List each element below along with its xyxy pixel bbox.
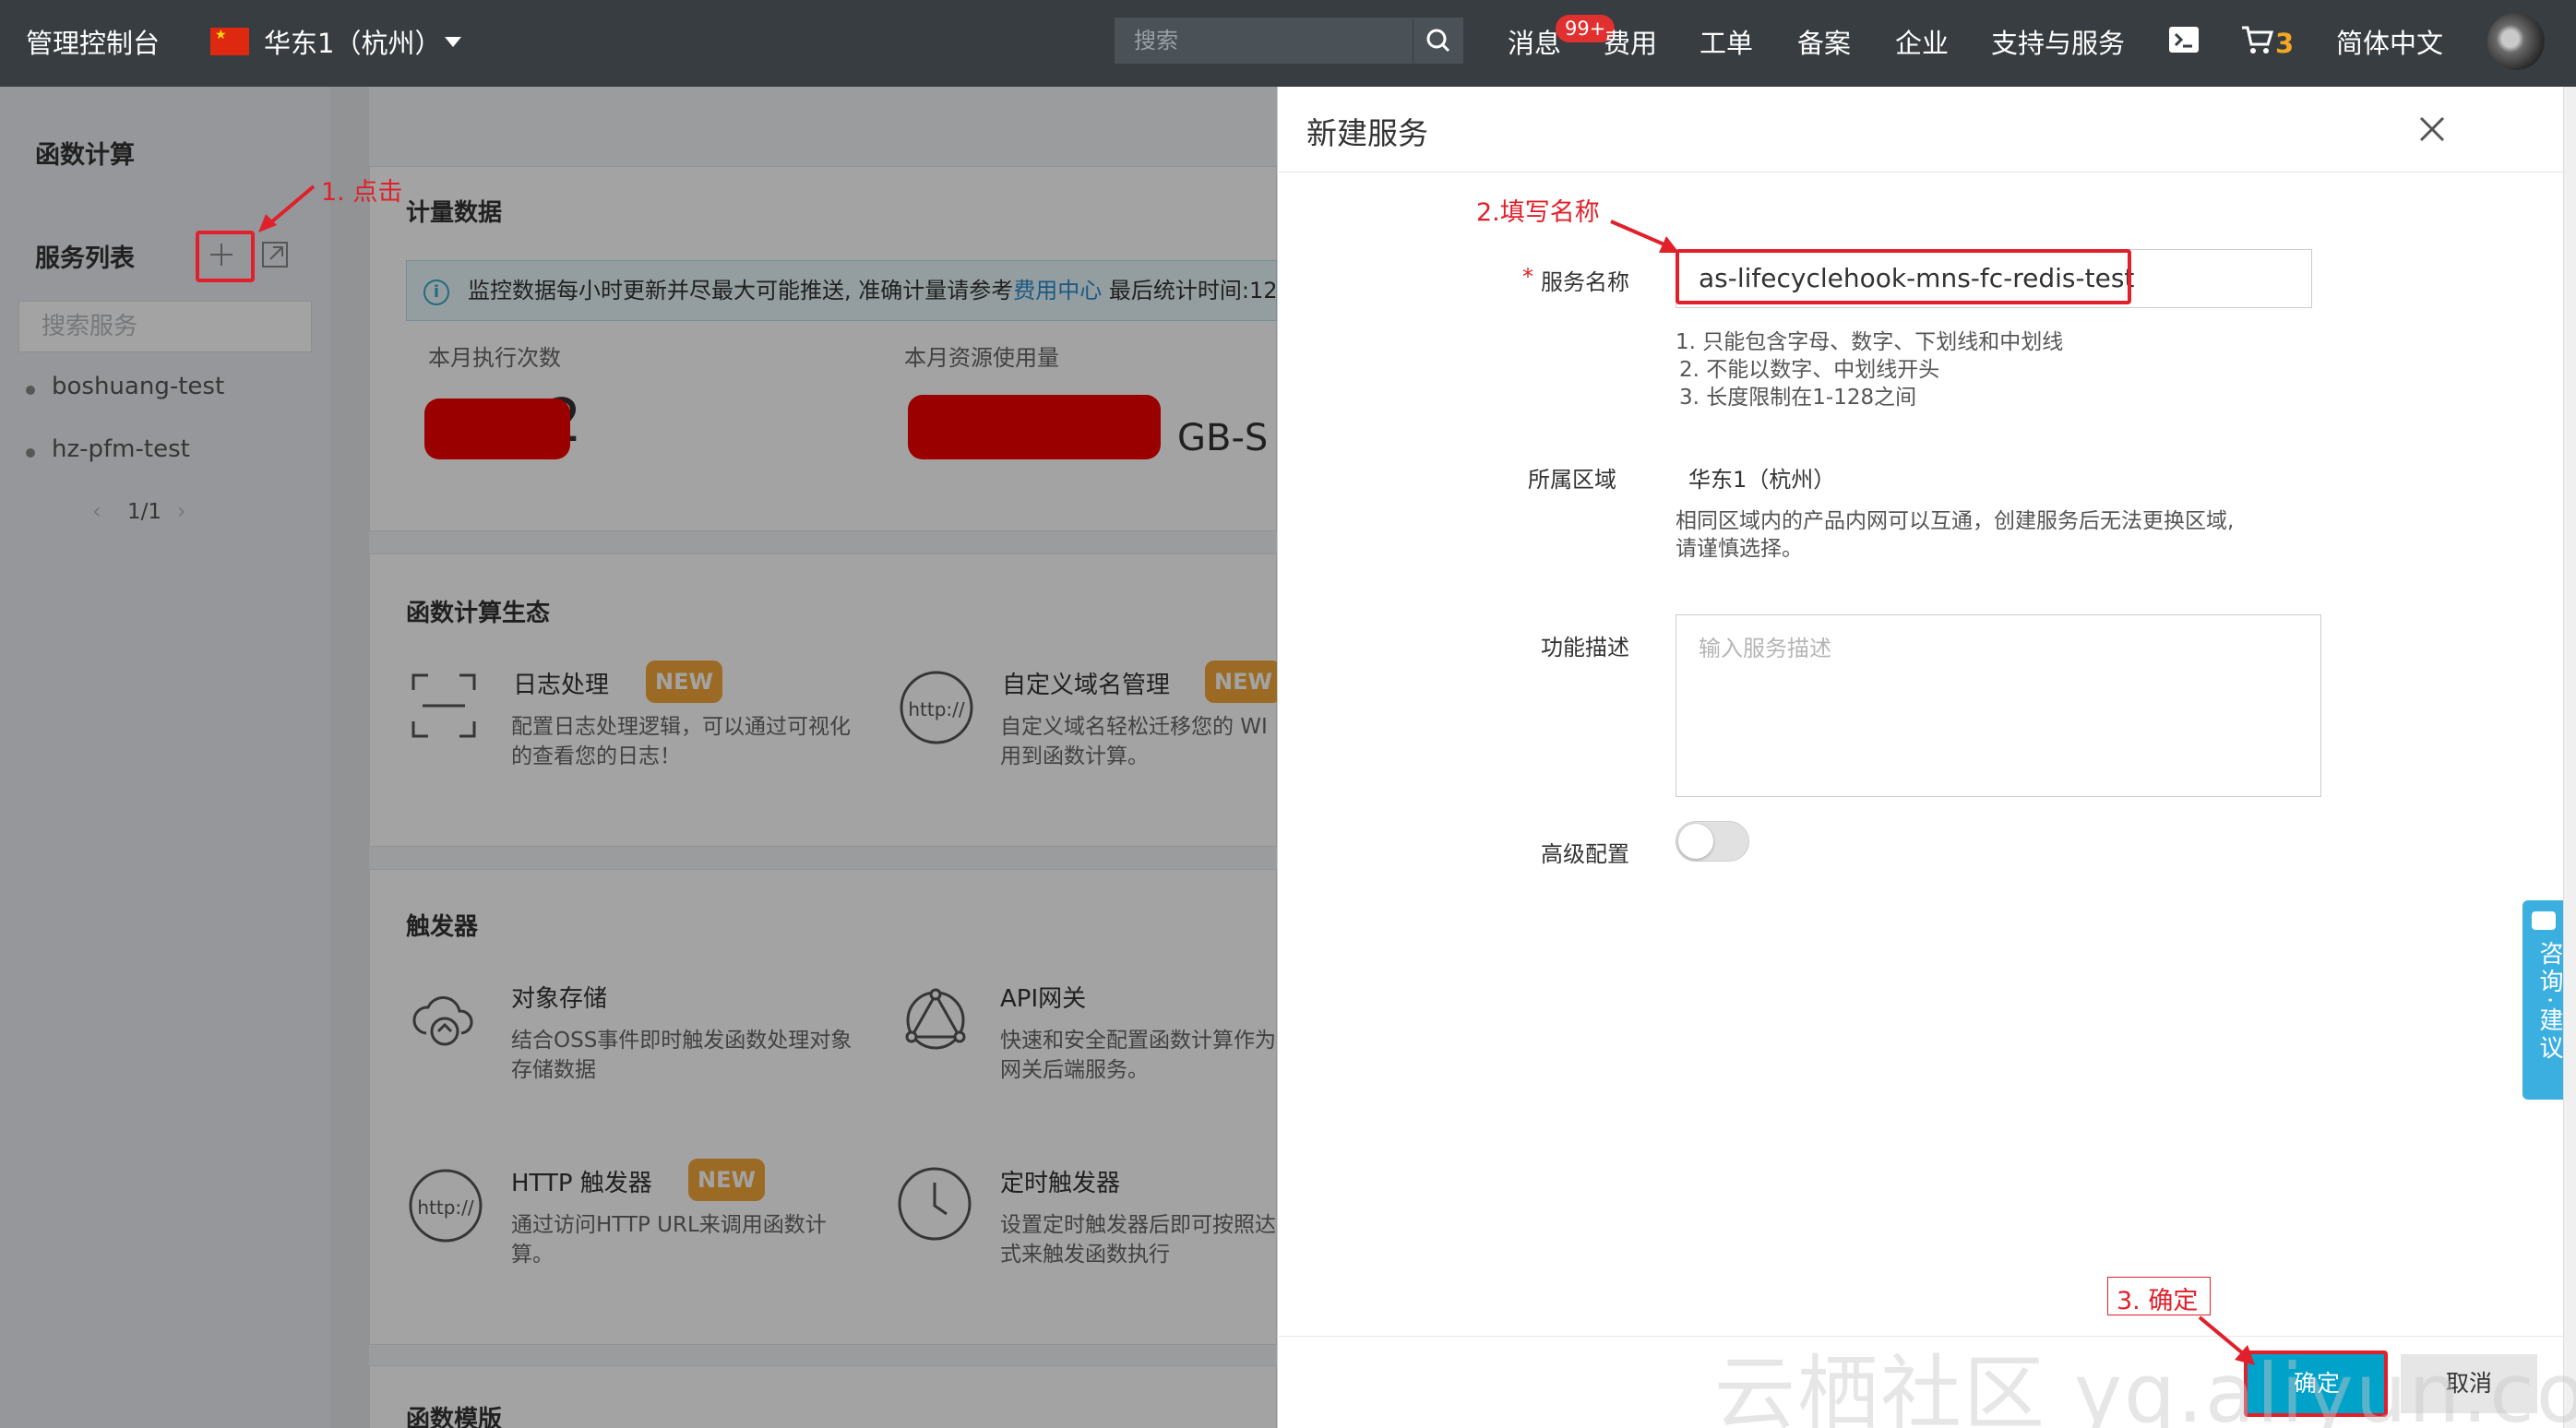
consult-label: 咨询·建议 [2535, 941, 2563, 1064]
name-rule: 3. 长度限制在1-128之间 [1679, 386, 1917, 410]
annotation-arrow-icon [255, 181, 319, 240]
enterprise-link[interactable]: 企业 [1895, 0, 1949, 87]
region-hint: 相同区域内的产品内网可以互通，创建服务后无法更换区域, [1676, 509, 2235, 533]
toggle-knob [1678, 824, 1713, 859]
modal-backdrop[interactable] [0, 87, 1277, 1428]
drawer-divider [1277, 172, 2563, 173]
service-name-label: 服务名称 [1541, 269, 1629, 295]
description-placeholder: 输入服务描述 [1699, 636, 1831, 661]
global-search[interactable]: 搜索 [1115, 18, 1463, 64]
advanced-toggle[interactable] [1676, 821, 1749, 862]
messages-link[interactable]: 消息 [1508, 0, 1561, 87]
consult-feedback-tab[interactable]: 咨询·建议 [2522, 900, 2565, 1100]
region-value: 华东1（杭州） [1688, 467, 1836, 493]
annotation-highlight [1676, 249, 2131, 304]
annotation-arrow-icon [1607, 216, 1681, 260]
name-rule: 1. 只能包含字母、数字、下划线和中划线 [1676, 330, 2064, 354]
annotation-step3: 3. 确定 [2117, 1287, 2199, 1315]
description-textarea[interactable]: 输入服务描述 [1676, 614, 2321, 797]
support-link[interactable]: 支持与服务 [1991, 0, 2125, 87]
avatar[interactable] [2487, 13, 2545, 70]
watermark: 云栖社区 yq.aliyun.com [1714, 1346, 2576, 1428]
terminal-icon[interactable] [2168, 26, 2200, 57]
chevron-down-icon[interactable] [445, 37, 461, 47]
search-button[interactable] [1413, 18, 1462, 63]
required-mark: * [1522, 264, 1533, 290]
name-rule: 2. 不能以数字、中划线开头 [1679, 358, 1940, 382]
billing-link[interactable]: 费用 [1604, 0, 1657, 87]
close-icon[interactable] [2414, 111, 2451, 151]
annotation-highlight [196, 231, 255, 282]
tickets-link[interactable]: 工单 [1699, 0, 1753, 87]
advanced-label: 高级配置 [1541, 841, 1629, 867]
annotation-step1: 1. 点击 [321, 178, 403, 207]
console-home-link[interactable]: 管理控制台 [26, 0, 160, 87]
page-scrollbar[interactable] [2563, 87, 2576, 1428]
icp-link[interactable]: 备案 [1797, 0, 1851, 87]
search-input[interactable]: 搜索 [1134, 18, 1178, 63]
cart-count[interactable]: 3 [2275, 0, 2294, 87]
chat-icon [2532, 911, 2556, 930]
annotation-step2: 2.填写名称 [1476, 198, 1600, 227]
region-label: 所属区域 [1528, 467, 1616, 493]
region-selector[interactable]: 华东1（杭州） [264, 0, 441, 87]
china-flag-icon [210, 28, 249, 55]
description-label: 功能描述 [1541, 635, 1629, 660]
search-icon [1426, 29, 1450, 53]
drawer-title: 新建服务 [1306, 115, 1428, 151]
cart-icon[interactable] [2240, 24, 2274, 59]
language-selector[interactable]: 简体中文 [2336, 0, 2443, 87]
region-hint: 请谨慎选择。 [1676, 537, 1803, 561]
